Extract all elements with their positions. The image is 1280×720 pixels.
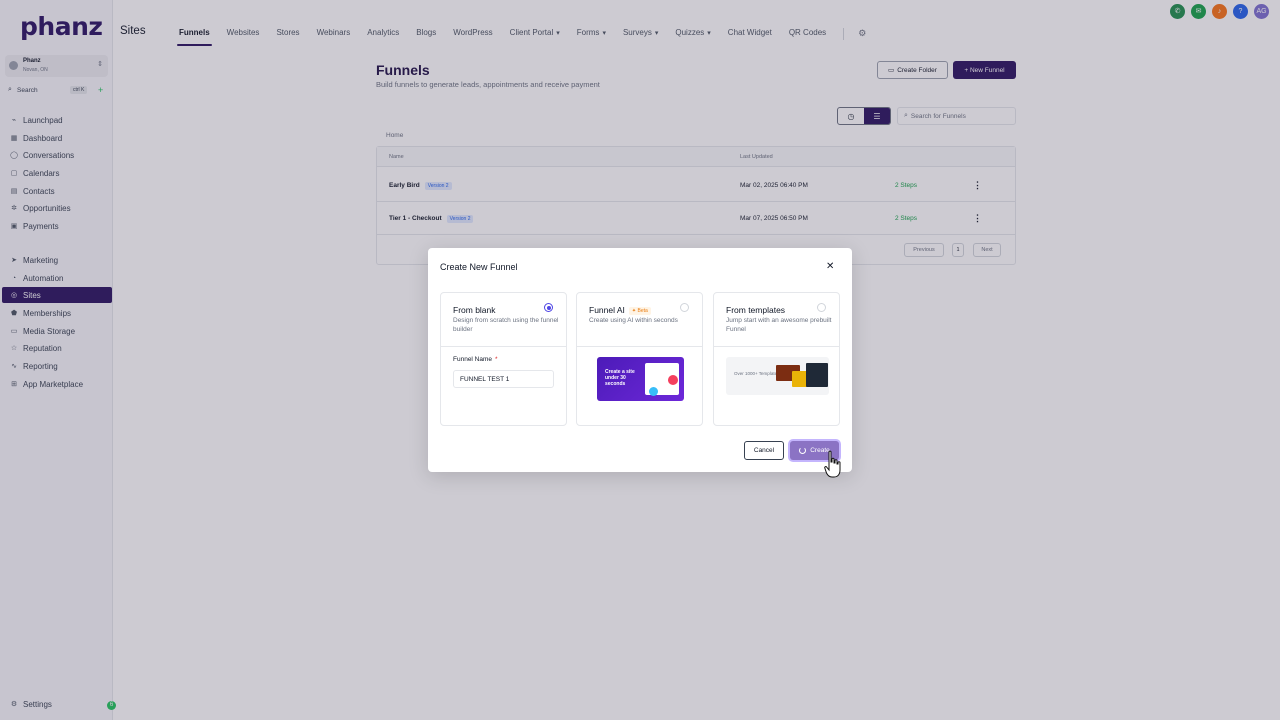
preview-decoration [668, 375, 678, 385]
loading-spinner-icon [799, 447, 807, 454]
preview-thumbnail [806, 363, 828, 387]
required-mark: * [495, 356, 498, 363]
create-funnel-modal: Create New Funnel ✕ From blank Design fr… [428, 248, 852, 472]
preview-text: Create a site under 30 seconds [605, 369, 635, 387]
divider [714, 346, 839, 347]
funnel-name-label: Funnel Name * [453, 356, 498, 363]
templates-preview-image: Over 1000+ Templates [726, 357, 829, 395]
option-from-templates[interactable]: From templates Jump start with an awesom… [713, 292, 840, 426]
preview-text: Over 1000+ Templates [734, 371, 780, 376]
modal-title: Create New Funnel [440, 262, 518, 272]
cancel-button[interactable]: Cancel [744, 441, 784, 460]
divider [577, 346, 702, 347]
preview-decoration [649, 387, 658, 396]
option-from-blank[interactable]: From blank Design from scratch using the… [440, 292, 567, 426]
funnel-ai-preview-image: Create a site under 30 seconds [597, 357, 684, 401]
option-title: Funnel AI ✦ Beta [589, 305, 651, 315]
sparkle-icon: ✦ [631, 307, 637, 314]
option-description: Design from scratch using the funnel bui… [453, 317, 559, 333]
option-title: From templates [726, 305, 786, 315]
option-funnel-ai[interactable]: Funnel AI ✦ Beta Create using AI within s… [576, 292, 703, 426]
funnel-name-input[interactable] [453, 370, 554, 388]
option-description: Create using AI within seconds [589, 317, 678, 324]
option-description: Jump start with an awesome prebuilt Funn… [726, 317, 832, 333]
close-icon[interactable]: ✕ [826, 261, 834, 272]
beta-badge: ✦ Beta [628, 306, 651, 315]
option-title: From blank [453, 305, 496, 315]
option-radio[interactable] [544, 303, 553, 312]
option-radio[interactable] [680, 303, 689, 312]
option-radio[interactable] [817, 303, 826, 312]
hand-cursor-icon [824, 450, 841, 478]
divider [441, 346, 566, 347]
